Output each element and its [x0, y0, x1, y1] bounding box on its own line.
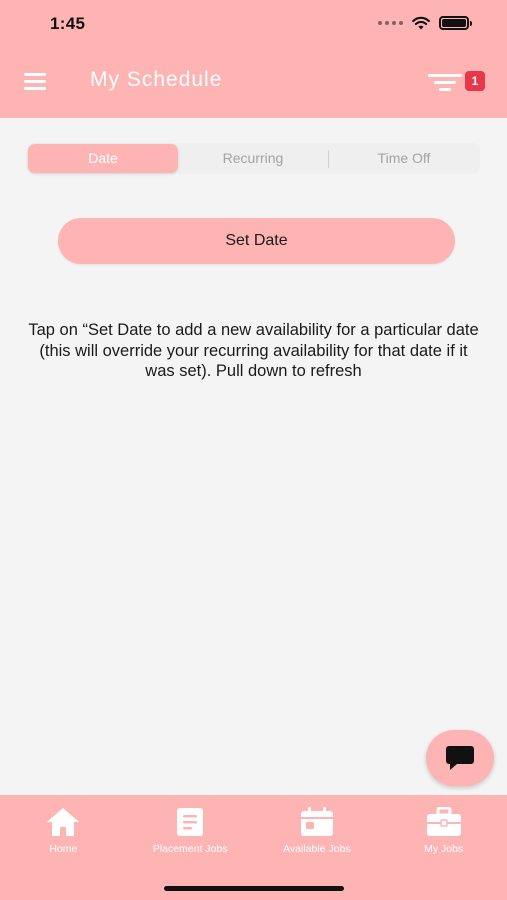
filter-icon[interactable] [428, 70, 464, 96]
wifi-icon [412, 16, 430, 30]
nav-home[interactable]: Home [0, 795, 127, 900]
nav-my-jobs-label: My Jobs [424, 843, 464, 855]
nav-placement-jobs[interactable]: Placement Jobs [127, 795, 254, 900]
nav-placement-jobs-label: Placement Jobs [152, 843, 228, 855]
page-title: My Schedule [90, 68, 223, 91]
document-icon [177, 808, 204, 836]
set-date-button[interactable]: Set Date [58, 218, 455, 264]
chat-icon [446, 746, 474, 770]
tab-time-off[interactable]: Time Off [329, 144, 479, 173]
tab-date[interactable]: Date [28, 144, 178, 173]
schedule-tabs: Date Recurring Time Off [27, 143, 480, 174]
nav-available-jobs[interactable]: Available Jobs [254, 795, 381, 900]
cellular-signal-icon [378, 21, 403, 25]
calendar-icon [300, 807, 333, 836]
nav-my-jobs[interactable]: My Jobs [380, 795, 507, 900]
home-indicator [164, 886, 344, 891]
bottom-nav: Home Placement Jobs Available Jobs My Jo… [0, 795, 507, 900]
hamburger-menu-icon[interactable] [24, 73, 48, 91]
app-header: My Schedule 1 [0, 48, 507, 118]
nav-home-label: Home [49, 843, 78, 855]
nav-available-jobs-label: Available Jobs [283, 843, 351, 855]
status-icons [378, 16, 472, 30]
briefcase-icon [426, 807, 461, 836]
notification-badge: 1 [465, 71, 485, 91]
tab-recurring[interactable]: Recurring [178, 144, 328, 173]
status-time: 1:45 [50, 14, 86, 33]
chat-button[interactable] [426, 730, 494, 786]
battery-icon [439, 16, 472, 30]
help-text: Tap on “Set Date to add a new availabili… [28, 321, 479, 380]
status-bar: 1:45 [0, 0, 507, 48]
home-icon [47, 808, 80, 836]
